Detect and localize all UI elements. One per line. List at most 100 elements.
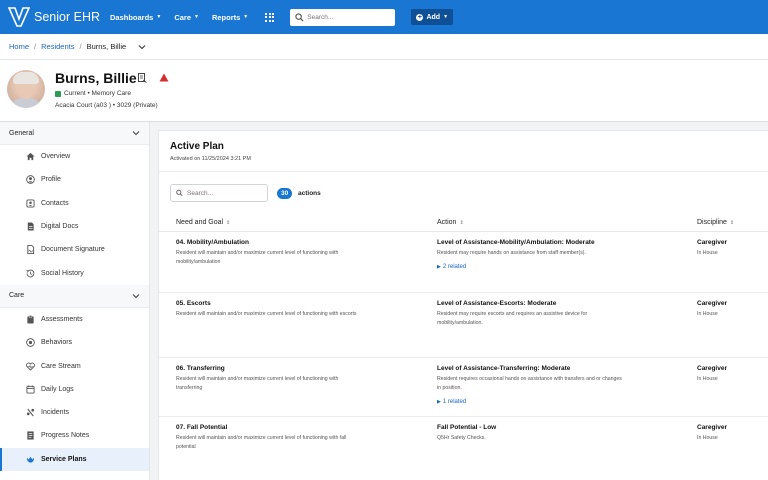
discipline-title: Caregiver	[697, 239, 727, 246]
need-cell: 05. Escorts Resident will maintain and/o…	[176, 293, 361, 319]
nav-reports-label: Reports	[211, 12, 241, 22]
column-header-discipline[interactable]: Discipline ⇕	[697, 219, 734, 226]
sidebar-item-overview[interactable]: Overview	[0, 145, 149, 168]
document-icon[interactable]	[138, 73, 147, 83]
plan-activated-date: Activated on 11/25/2024 3:21 PM	[170, 156, 251, 162]
need-description: Resident will maintain and/or maximize c…	[176, 311, 357, 317]
resident-header: Burns, Billie Current • Memory Care Acac…	[0, 60, 768, 122]
breadcrumb-residents[interactable]: Residents	[41, 42, 74, 51]
global-search-input[interactable]	[307, 13, 393, 21]
sort-icon: ⇕	[226, 220, 231, 226]
related-link[interactable]: ▶ 2 related	[437, 264, 622, 270]
related-label: 2 related	[442, 264, 467, 270]
caret-right-icon: ▶	[437, 264, 441, 270]
sidebar-item-contacts[interactable]: Contacts	[0, 192, 149, 215]
sort-icon: ⇕	[729, 220, 735, 226]
sidebar-item-profile[interactable]: Profile	[0, 168, 149, 191]
sidebar-item-care-stream[interactable]: Care Stream	[0, 354, 149, 377]
breadcrumb-separator: /	[79, 42, 82, 51]
nav-reports[interactable]: Reports ▼	[212, 13, 248, 22]
incident-icon	[26, 408, 35, 417]
global-search[interactable]	[290, 8, 396, 26]
heart-icon	[26, 362, 35, 371]
plan-search[interactable]	[170, 184, 268, 202]
sidebar-item-progress-notes[interactable]: Progress Notes	[0, 424, 149, 447]
service-plan-icon	[26, 456, 35, 463]
action-description: Resident requires occasional hands on as…	[437, 376, 622, 391]
action-cell: Fall Potential - Low Q5Hr Safety Checks.	[437, 417, 622, 443]
nav-care[interactable]: Care ▼	[174, 13, 199, 22]
user-icon	[26, 175, 35, 185]
top-navigation-bar: Senior EHR Dashboards▼ Care▼ Reports▼ + …	[0, 0, 768, 34]
related-link[interactable]: ▶ 1 related	[437, 399, 622, 405]
notes-icon	[27, 431, 34, 440]
sidebar-item-label: Incidents	[41, 409, 70, 417]
table-row[interactable]: 06. Transferring Resident will maintain …	[159, 358, 768, 417]
need-description: Resident will maintain and/or maximize c…	[176, 250, 339, 265]
sidebar-item-label: Behaviors	[41, 339, 73, 347]
divider	[159, 171, 768, 172]
chevron-down-icon	[132, 131, 140, 136]
sidebar-item-digital-docs[interactable]: Digital Docs	[0, 215, 149, 238]
action-description: Resident may require escorts and require…	[437, 311, 588, 326]
nav-dashboards-label: Dashboards	[110, 12, 154, 22]
sidebar-item-daily-logs[interactable]: Daily Logs	[0, 378, 149, 401]
sidebar-item-label: Care Stream	[41, 362, 81, 370]
sidebar-item-behaviors[interactable]: Behaviors	[0, 331, 149, 354]
discipline-location: In House	[697, 250, 718, 256]
discipline-cell: Caregiver In House	[697, 293, 767, 319]
sidebar-section-care[interactable]: Care	[0, 284, 149, 308]
add-button[interactable]: + Add ▼	[411, 9, 454, 25]
sidebar-item-incidents[interactable]: Incidents	[0, 401, 149, 424]
table-row[interactable]: 05. Escorts Resident will maintain and/o…	[159, 293, 768, 358]
nav-care-label: Care	[174, 12, 191, 22]
resident-avatar	[7, 70, 45, 108]
discipline-title: Caregiver	[697, 365, 727, 372]
need-cell: 06. Transferring Resident will maintain …	[176, 358, 361, 393]
behavior-icon	[26, 338, 35, 348]
table-row[interactable]: 07. Fall Potential Resident will maintai…	[159, 417, 768, 477]
resident-status: Current • Memory Care	[55, 90, 131, 97]
table-row[interactable]: 04. Mobility/Ambulation Resident will ma…	[159, 232, 768, 293]
sidebar-item-label: Digital Docs	[41, 223, 79, 231]
breadcrumb-separator: /	[34, 42, 37, 51]
breadcrumb-home[interactable]: Home	[9, 42, 29, 51]
caret-down-icon: ▼	[443, 14, 449, 20]
plan-search-input[interactable]	[187, 189, 267, 197]
history-icon	[26, 269, 35, 277]
sidebar-item-assessments[interactable]: Assessments	[0, 308, 149, 331]
sidebar-item-social-history[interactable]: Social History	[0, 261, 149, 284]
need-title: 05. Escorts	[176, 300, 211, 307]
clipboard-icon	[27, 315, 34, 324]
action-cell: Level of Assistance-Escorts: Moderate Re…	[437, 293, 622, 328]
active-plan-panel: Active Plan Activated on 11/25/2024 3:21…	[158, 130, 768, 480]
add-button-label: Add	[426, 13, 441, 21]
breadcrumb: Home / Residents / Burns, Billie	[0, 34, 768, 60]
app-logo[interactable]: Senior EHR	[8, 7, 100, 27]
need-description: Resident will maintain and/or maximize c…	[176, 376, 339, 391]
apps-grid-icon[interactable]	[265, 12, 275, 22]
status-indicator	[55, 90, 61, 97]
search-icon	[176, 189, 183, 197]
sidebar-section-general[interactable]: General	[0, 122, 149, 145]
discipline-location: In House	[697, 435, 718, 441]
sidebar-item-label: Daily Logs	[41, 385, 74, 393]
sidebar-item-document-signature[interactable]: Document Signature	[0, 238, 149, 261]
breadcrumb-current: Burns, Billie	[86, 42, 127, 51]
plan-title: Active Plan	[170, 141, 224, 152]
column-header-action[interactable]: Action ⇕	[437, 219, 464, 226]
caret-down-icon: ▼	[243, 14, 249, 20]
need-title: 04. Mobility/Ambulation	[176, 239, 249, 246]
column-header-need-goal[interactable]: Need and Goal ⇕	[176, 219, 230, 226]
chevron-down-icon[interactable]	[138, 43, 146, 51]
log-icon	[26, 385, 35, 394]
section-title: General	[9, 129, 34, 137]
alert-triangle-icon[interactable]	[159, 73, 169, 82]
nav-dashboards[interactable]: Dashboards ▼	[110, 13, 161, 22]
home-icon	[26, 153, 35, 161]
column-header-label: Action	[437, 219, 457, 226]
sidebar-item-service-plans[interactable]: Service Plans	[0, 447, 149, 472]
need-cell: 04. Mobility/Ambulation Resident will ma…	[176, 232, 361, 267]
sidebar-item-label: Assessments	[41, 315, 83, 323]
resident-status-text: Current • Memory Care	[64, 90, 131, 97]
